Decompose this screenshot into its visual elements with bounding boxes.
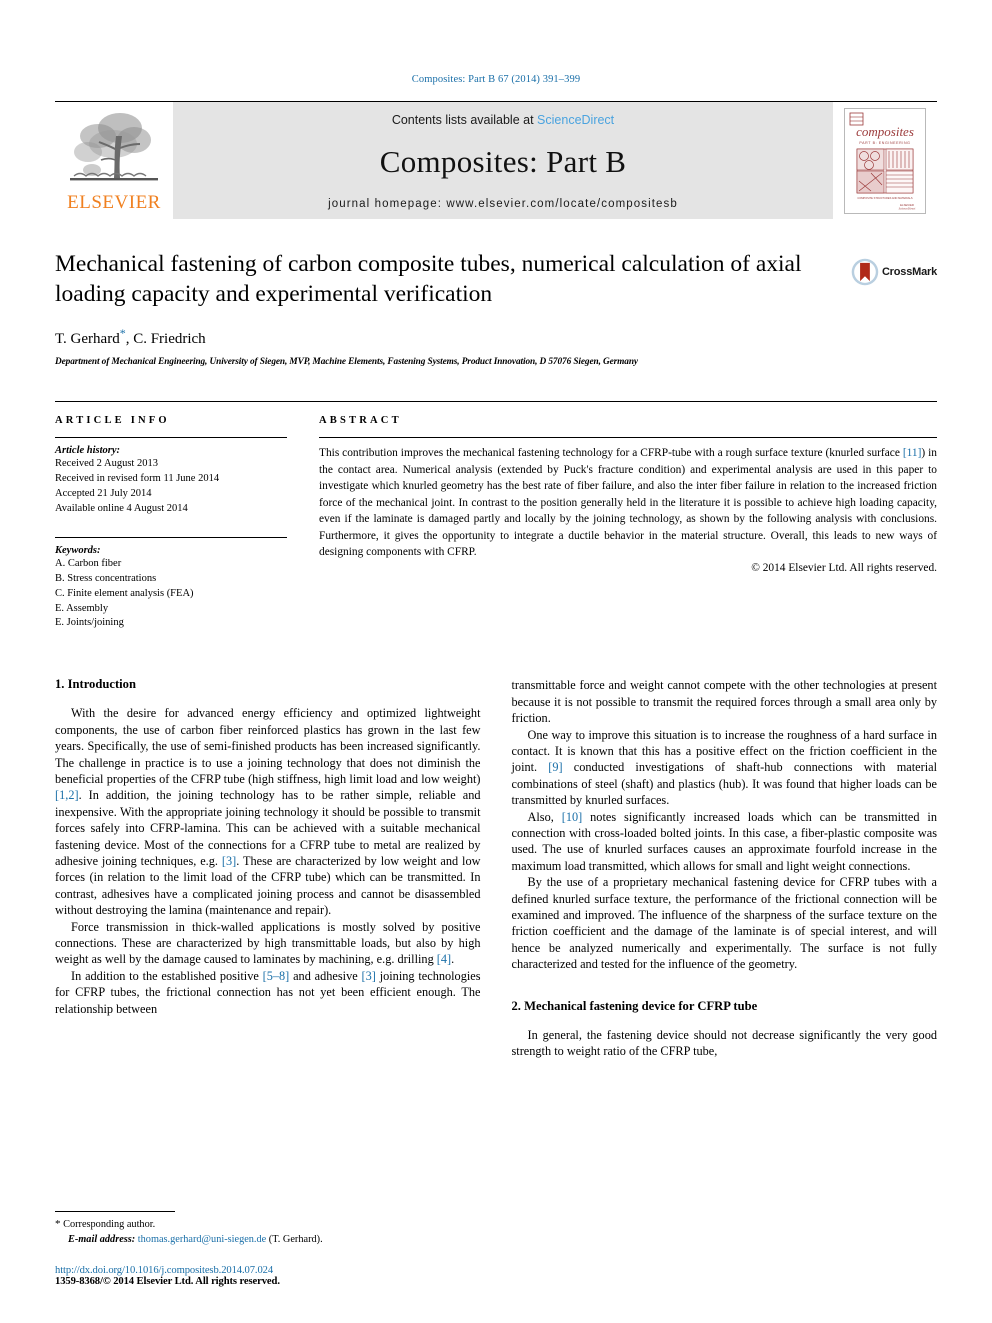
crossmark-label: CrossMark — [881, 266, 937, 278]
paragraph: In general, the fastening device should … — [511, 1027, 938, 1059]
page-footer: * Corresponding author. E-mail address: … — [55, 1211, 476, 1287]
elsevier-logo: ELSEVIER — [55, 102, 173, 219]
citation-ref[interactable]: [3] — [362, 969, 376, 983]
journal-homepage-line[interactable]: journal homepage: www.elsevier.com/locat… — [328, 198, 678, 210]
issn-copyright-line: 1359-8368/© 2014 Elsevier Ltd. All right… — [55, 1276, 280, 1287]
email-label: E-mail address: — [68, 1234, 136, 1246]
corresponding-author-label: Corresponding author. — [63, 1219, 156, 1231]
citation-ref[interactable]: [9] — [548, 760, 562, 774]
paragraph-text: Also, — [527, 809, 562, 824]
crossmark-badge[interactable]: CrossMark — [851, 251, 937, 293]
paragraph: With the desire for advanced energy effi… — [55, 705, 481, 918]
keyword-item: C. Finite element analysis (FEA) — [55, 587, 194, 599]
author-first: T. Gerhard — [55, 331, 120, 348]
paragraph: By the use of a proprietary mechanical f… — [511, 875, 938, 972]
abstract-column: ABSTRACT This contribution improves the … — [305, 415, 937, 631]
elsevier-wordmark: ELSEVIER — [67, 192, 161, 213]
paper-page: Composites: Part B 67 (2014) 391–399 ELS… — [0, 0, 992, 1323]
paragraph-text: . — [451, 952, 455, 967]
paragraph: transmittable force and weight cannot co… — [511, 678, 938, 726]
journal-cover-thumbnail: composites PART B: ENGINEERING COMPOSITE… — [833, 102, 937, 219]
citation-ref[interactable]: [3] — [222, 854, 236, 868]
abstract-part-1: This contribution improves the mechanica… — [319, 447, 903, 460]
svg-text:PART B: ENGINEERING: PART B: ENGINEERING — [859, 141, 910, 145]
keywords-label: Keywords: — [55, 544, 101, 556]
citation-ref[interactable]: [10] — [562, 810, 583, 824]
citation-ref[interactable]: [5–8] — [263, 969, 290, 983]
email-link[interactable]: thomas.gerhard@uni-siegen.de — [138, 1234, 266, 1245]
email-suffix: (T. Gerhard). — [266, 1234, 323, 1246]
divider — [319, 437, 937, 439]
author-rest: , C. Friedrich — [125, 331, 206, 348]
keyword-item: E. Joints/joining — [55, 617, 124, 629]
paragraph: In addition to the established positive … — [55, 968, 481, 1017]
divider — [55, 536, 287, 538]
history-item: Available online 4 August 2014 — [55, 502, 188, 514]
keyword-item: A. Carbon fiber — [55, 557, 122, 569]
page-title: Mechanical fastening of carbon composite… — [55, 251, 802, 308]
keywords-block: Keywords: A. Carbon fiber B. Stress conc… — [55, 536, 287, 632]
paragraph-text: In addition to the established positive — [71, 968, 263, 983]
abstract-part-2: ) in the contact area. Numerical analysi… — [319, 447, 937, 559]
keyword-item: B. Stress concentrations — [55, 572, 157, 584]
paragraph-text: conducted investigations of shaft-hub co… — [511, 760, 938, 808]
cover-art: composites PART B: ENGINEERING COMPOSITE… — [844, 107, 926, 214]
email-note: E-mail address: thomas.gerhard@uni-siege… — [55, 1233, 476, 1248]
contents-available-line: Contents lists available at ScienceDirec… — [392, 113, 614, 127]
article-history-label: Article history: — [55, 445, 121, 457]
history-item: Received 2 August 2013 — [55, 458, 158, 470]
history-item: Received in revised form 11 June 2014 — [55, 473, 220, 485]
cover-art-graphic: composites PART B: ENGINEERING COMPOSITE… — [845, 108, 925, 213]
elsevier-tree-icon — [70, 113, 158, 181]
title-block: Mechanical fastening of carbon composite… — [55, 249, 937, 367]
body-column-right: transmittable force and weight cannot co… — [512, 677, 938, 1059]
paragraph: One way to improve this situation is to … — [512, 727, 938, 809]
abstract-text: This contribution improves the mechanica… — [319, 445, 937, 561]
masthead-center: Contents lists available at ScienceDirec… — [173, 102, 833, 219]
svg-text:composites: composites — [856, 124, 914, 139]
crossmark-icon — [851, 258, 879, 286]
paragraph-text: and adhesive — [289, 968, 362, 983]
history-item: Accepted 21 July 2014 — [55, 487, 152, 499]
paragraph: Also, [10] notes significantly increased… — [512, 809, 938, 875]
sciencedirect-link[interactable]: ScienceDirect — [537, 113, 614, 127]
section-heading-mechanical-fastening-device: 2. Mechanical fastening device for CFRP … — [511, 998, 758, 1013]
running-head: Composites: Part B 67 (2014) 391–399 — [411, 74, 581, 85]
author-list: T. Gerhard*, C. Friedrich — [55, 326, 937, 348]
journal-masthead: ELSEVIER Contents lists available at Sci… — [55, 101, 937, 219]
corresponding-author-note: * Corresponding author. — [55, 1217, 476, 1233]
keyword-item: E. Assembly — [55, 602, 109, 614]
doi-block: http://dx.doi.org/10.1016/j.compositesb.… — [55, 1265, 476, 1287]
doi-link[interactable]: http://dx.doi.org/10.1016/j.compositesb.… — [55, 1265, 476, 1276]
footnote-divider — [55, 1211, 175, 1213]
section-heading-introduction: 1. Introduction — [55, 677, 136, 692]
journal-title: Composites: Part B — [379, 144, 627, 179]
body-column-left: 1. Introduction With the desire for adva… — [55, 677, 481, 1059]
info-abstract-section: ARTICLE INFO Article history: Received 2… — [55, 401, 937, 631]
article-info-heading: ARTICLE INFO — [55, 415, 170, 427]
citation-ref[interactable]: [1,2] — [55, 788, 79, 802]
abstract-copyright: © 2014 Elsevier Ltd. All rights reserved… — [751, 561, 937, 574]
svg-text:ScienceDirect: ScienceDirect — [899, 206, 916, 210]
abstract-heading: ABSTRACT — [319, 415, 402, 427]
paragraph-text: Force transmission in thick-walled appli… — [55, 919, 481, 967]
asterisk-icon: * — [55, 1218, 61, 1231]
body-columns: 1. Introduction With the desire for adva… — [55, 677, 937, 1059]
affiliation: Department of Mechanical Engineering, Un… — [55, 357, 638, 368]
paragraph: Force transmission in thick-walled appli… — [55, 919, 481, 968]
svg-text:COMPOSITE STRUCTURES AND MATER: COMPOSITE STRUCTURES AND MATERIALS — [857, 196, 913, 200]
citation-ref[interactable]: [4] — [437, 952, 451, 966]
paragraph-text: With the desire for advanced energy effi… — [55, 706, 481, 786]
divider — [55, 437, 287, 439]
contents-prefix: Contents lists available at — [391, 113, 534, 127]
citation-ref[interactable]: [11] — [903, 447, 922, 459]
article-info-column: ARTICLE INFO Article history: Received 2… — [55, 415, 305, 631]
